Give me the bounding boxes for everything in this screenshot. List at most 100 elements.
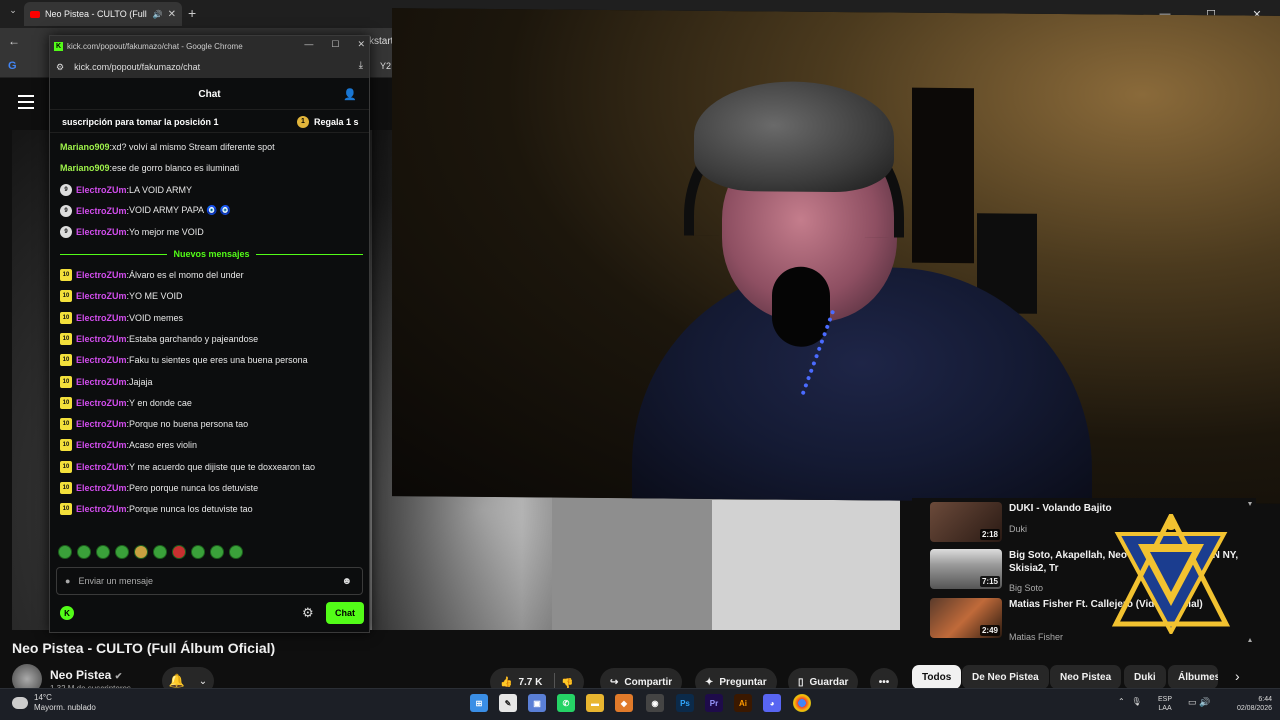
chip-albumes[interactable]: Álbumes bbox=[1168, 665, 1218, 689]
emote-icon[interactable] bbox=[58, 545, 72, 559]
chat-message[interactable]: Mariano909: ese de gorro blanco es ilumi… bbox=[60, 160, 360, 176]
emoji-picker-icon[interactable]: ☻ bbox=[341, 576, 352, 587]
hamburger-menu-icon[interactable] bbox=[18, 95, 34, 109]
browser-tab-youtube[interactable]: Neo Pistea - CULTO (Full Álbu 🔊 ✕ bbox=[24, 2, 182, 26]
emote-icon[interactable] bbox=[77, 545, 91, 559]
chat-message[interactable]: 10 ElectroZUm: Estaba garchando y pajeand… bbox=[60, 331, 360, 347]
chat-message[interactable]: 10 ElectroZUm: Faku tu sientes que eres u… bbox=[60, 352, 360, 368]
chat-username[interactable]: Mariano909 bbox=[60, 163, 110, 173]
chat-message[interactable]: 10 ElectroZUm: Acaso eres violin bbox=[60, 437, 360, 453]
thumbs-down-icon[interactable]: 👍 bbox=[561, 677, 573, 688]
chat-username[interactable]: ElectroZUm bbox=[76, 483, 127, 493]
chat-message[interactable]: 10 ElectroZUm: Jajaja bbox=[60, 374, 360, 390]
chip-neo-pistea[interactable]: Neo Pistea bbox=[1050, 665, 1122, 689]
site-settings-icon[interactable]: ⚙ bbox=[56, 62, 64, 73]
chat-username[interactable]: ElectroZUm bbox=[76, 398, 127, 408]
back-arrow-icon[interactable]: ← bbox=[8, 34, 20, 48]
language-indicator[interactable]: ESP LAA bbox=[1158, 695, 1172, 713]
clock[interactable]: 6:44 02/08/2026 bbox=[1226, 695, 1272, 713]
chat-username[interactable]: ElectroZUm bbox=[76, 185, 127, 195]
chat-message[interactable]: 10 ElectroZUm: Porque no buena persona ta… bbox=[60, 416, 360, 432]
chat-username[interactable]: ElectroZUm bbox=[76, 462, 127, 472]
premiere-icon[interactable]: Pr bbox=[705, 694, 723, 712]
file-explorer-icon[interactable]: ▬ bbox=[586, 694, 604, 712]
scrollbar[interactable] bbox=[1248, 502, 1252, 642]
video-thumbnail[interactable]: 2:49 bbox=[930, 598, 1002, 638]
chat-message[interactable]: 10 ElectroZUm: Y me acuerdo que dijiste q… bbox=[60, 459, 360, 475]
system-tray-icons[interactable]: ⌃ 🎙 bbox=[1118, 697, 1142, 706]
chip-de-neo-pistea[interactable]: De Neo Pistea bbox=[962, 665, 1049, 689]
chat-username[interactable]: ElectroZUm bbox=[76, 355, 127, 365]
emote-icon[interactable] bbox=[153, 545, 167, 559]
chat-message[interactable]: 9 ElectroZUm: LA VOID ARMY bbox=[60, 182, 360, 198]
photoshop-icon[interactable]: Ps bbox=[676, 694, 694, 712]
chat-username[interactable]: ElectroZUm bbox=[76, 313, 127, 323]
emote-icon[interactable] bbox=[115, 545, 129, 559]
close-tab-icon[interactable]: ✕ bbox=[168, 9, 176, 20]
kick-logo-icon[interactable]: K bbox=[60, 606, 74, 620]
chip-todos[interactable]: Todos bbox=[912, 665, 962, 689]
chat-username[interactable]: ElectroZUm bbox=[76, 270, 127, 280]
popup-close-button[interactable]: ✕ bbox=[357, 39, 365, 50]
emote-icon[interactable] bbox=[210, 545, 224, 559]
discord-icon[interactable]: ◕ bbox=[763, 694, 781, 712]
channel-name[interactable]: Neo Pistea ✔ bbox=[50, 668, 122, 682]
chat-message[interactable]: 10 ElectroZUm: Álvaro es el momo del unde… bbox=[60, 267, 360, 283]
emote-icon[interactable] bbox=[134, 545, 148, 559]
chat-message[interactable]: 10 ElectroZUm: VOID memes bbox=[60, 310, 360, 326]
task-view-icon[interactable]: ▣ bbox=[528, 694, 546, 712]
recommendation-channel[interactable]: Duki bbox=[1009, 524, 1027, 534]
chat-message-input[interactable]: ● Enviar un mensaje ☻ bbox=[56, 567, 363, 595]
emote-icon[interactable] bbox=[172, 545, 186, 559]
pinned-banner[interactable]: suscripción para tomar la posición 1 1 R… bbox=[50, 111, 369, 133]
bookmark-item[interactable]: Y2 bbox=[380, 61, 391, 71]
chat-username[interactable]: ElectroZUm bbox=[76, 334, 127, 344]
speaker-icon[interactable]: 🔊 bbox=[153, 10, 163, 19]
chat-username[interactable]: ElectroZUm bbox=[76, 419, 127, 429]
whatsapp-icon[interactable]: ✆ bbox=[557, 694, 575, 712]
new-tab-button[interactable]: + bbox=[188, 5, 196, 21]
emote-icon[interactable] bbox=[229, 545, 243, 559]
chat-message[interactable]: 10 ElectroZUm: YO ME VOID bbox=[60, 288, 360, 304]
emote-icon[interactable] bbox=[191, 545, 205, 559]
send-chat-button[interactable]: Chat bbox=[326, 602, 364, 624]
chat-username[interactable]: ElectroZUm bbox=[76, 206, 127, 216]
weather-icon[interactable] bbox=[12, 697, 28, 709]
chat-message[interactable]: 10 ElectroZUm: Porque nunca los detuviste… bbox=[60, 501, 360, 517]
users-icon[interactable]: 👤 bbox=[343, 88, 357, 101]
popup-minimize-button[interactable]: — bbox=[304, 39, 313, 50]
illustrator-icon[interactable]: Ai bbox=[734, 694, 752, 712]
chevron-right-icon[interactable]: › bbox=[1235, 668, 1240, 684]
notes-app-icon[interactable]: ✎ bbox=[499, 694, 517, 712]
settings-gear-icon[interactable]: ⚙ bbox=[302, 605, 314, 621]
chat-message[interactable]: Mariano909: xd? volví al mismo Stream di… bbox=[60, 139, 360, 155]
network-volume-icons[interactable]: ▭ 🔊 bbox=[1188, 697, 1210, 708]
chat-username[interactable]: ElectroZUm bbox=[76, 227, 127, 237]
gift-sub-label[interactable]: Regala 1 s bbox=[314, 117, 359, 127]
brave-icon[interactable]: ◆ bbox=[615, 694, 633, 712]
google-bookmark-icon[interactable]: G bbox=[8, 60, 17, 72]
chat-message[interactable]: 10 ElectroZUm: Pero porque nunca los detu… bbox=[60, 480, 360, 496]
download-icon[interactable]: ⤓ bbox=[359, 60, 363, 71]
emote-icon[interactable] bbox=[96, 545, 110, 559]
recommendation-channel[interactable]: Matias Fisher bbox=[1009, 632, 1063, 642]
popup-url-bar[interactable]: ⚙ kick.com/popout/fakumazo/chat ⤓ bbox=[50, 56, 369, 78]
chrome-icon[interactable] bbox=[793, 694, 811, 712]
video-thumbnail[interactable]: 2:18 bbox=[930, 502, 1002, 542]
windows-start-icon[interactable]: ⊞ bbox=[470, 694, 488, 712]
obs-icon[interactable]: ◉ bbox=[646, 694, 664, 712]
recommendation-channel[interactable]: Big Soto bbox=[1009, 583, 1043, 593]
chat-username[interactable]: ElectroZUm bbox=[76, 291, 127, 301]
video-thumbnail[interactable]: 7:15 bbox=[930, 549, 1002, 589]
chip-duki[interactable]: Duki bbox=[1124, 665, 1166, 689]
chat-message[interactable]: 9 ElectroZUm: Yo mejor me VOID bbox=[60, 224, 360, 240]
weather-widget[interactable]: 14°C Mayorm. nublado bbox=[34, 693, 96, 713]
chat-message[interactable]: 10 ElectroZUm: Y en donde cae bbox=[60, 395, 360, 411]
tab-list-chevron-icon[interactable]: ⌄ bbox=[6, 5, 20, 19]
chat-username[interactable]: ElectroZUm bbox=[76, 377, 127, 387]
popup-maximize-button[interactable]: ☐ bbox=[331, 39, 339, 50]
chat-username[interactable]: ElectroZUm bbox=[76, 504, 127, 514]
chat-message[interactable]: 9 ElectroZUm: VOID ARMY PAPA 🧿 🧿 bbox=[60, 203, 360, 219]
chat-username[interactable]: Mariano909 bbox=[60, 142, 110, 152]
chat-username[interactable]: ElectroZUm bbox=[76, 440, 127, 450]
